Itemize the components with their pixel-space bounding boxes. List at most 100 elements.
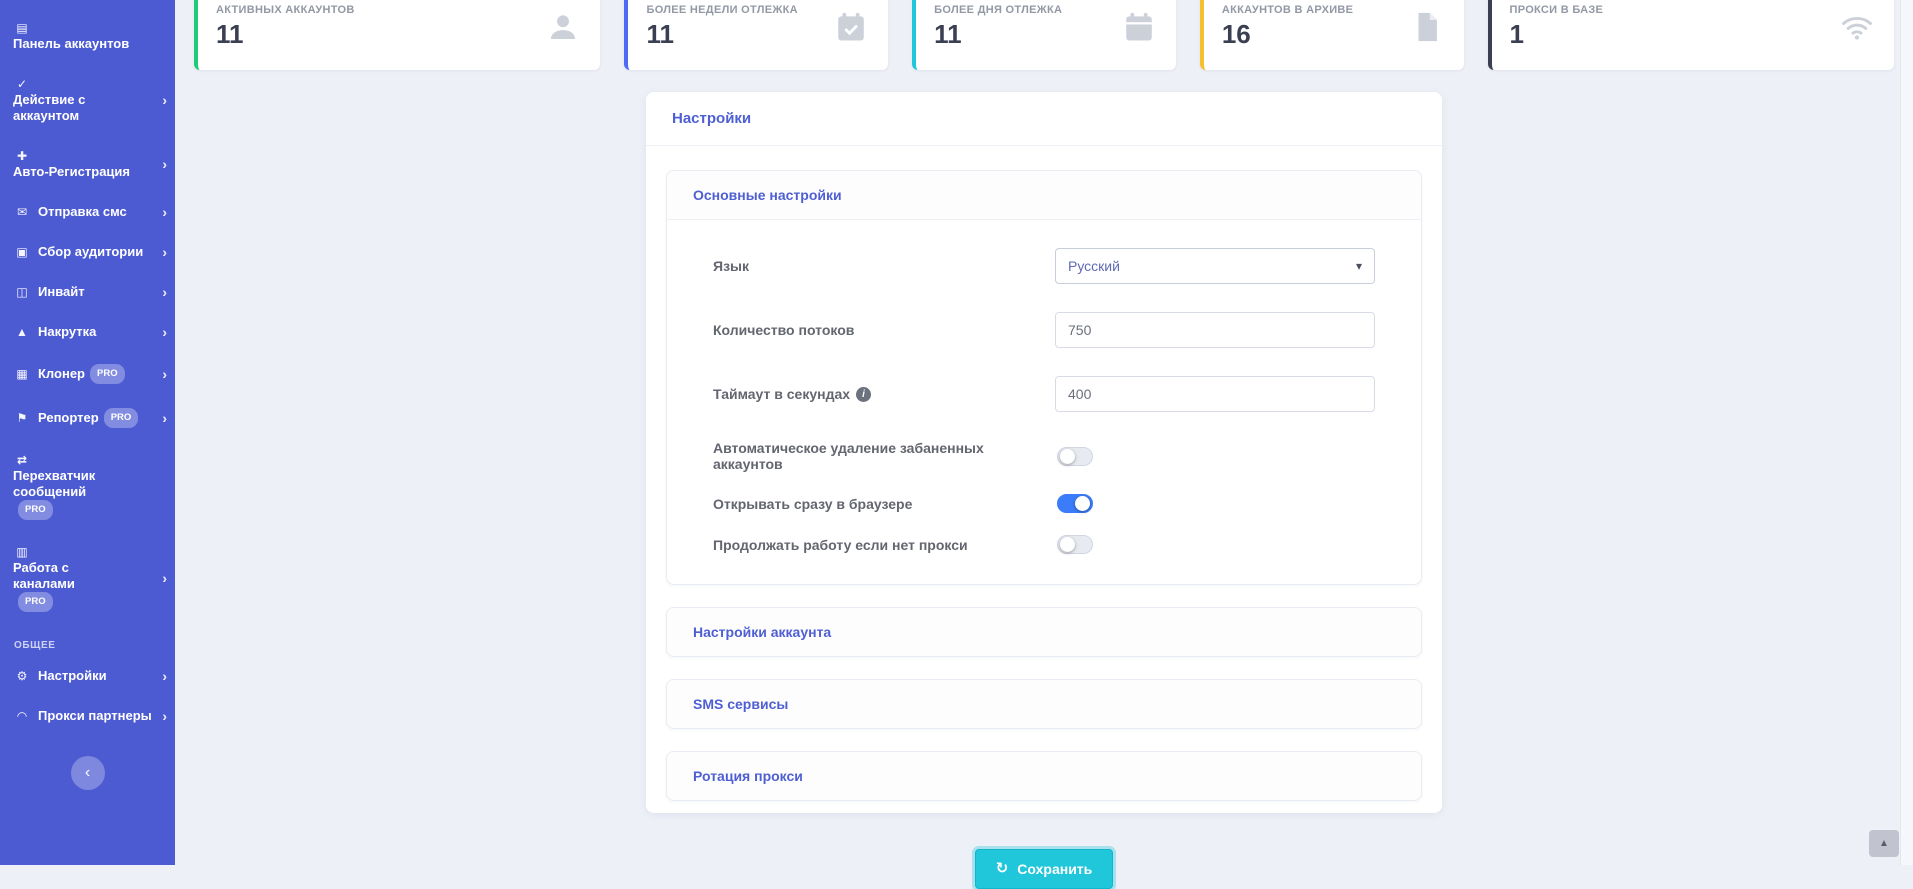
sidebar-item[interactable]: ▤Панель аккаунтов [0,8,175,64]
stat-value: 11 [934,19,1062,50]
sidebar-item-label: Настройки [38,668,107,684]
chevron-right-icon: › [162,570,167,586]
sidebar-item-label: Отправка смс [38,204,127,220]
stat-card: АКТИВНЫХ АККАУНТОВ 11 [194,0,600,70]
file-icon [1410,10,1444,44]
pro-badge: PRO [104,408,139,428]
sidebar-item-label: Накрутка [38,324,96,340]
settings-card-body: Основные настройки Язык Русский ▾ Количе… [646,146,1442,813]
stat-value: 11 [216,19,355,50]
chevron-left-icon: ‹ [85,764,90,782]
intercept-icon: ⇄ [13,452,31,468]
accordion-sms-services: SMS сервисы [666,679,1422,729]
save-button[interactable]: ↻ Сохранить [975,849,1114,889]
continue-without-proxy-row: Продолжать работу если нет прокси [713,535,1375,554]
stat-label: АКТИВНЫХ АККАУНТОВ [216,4,355,16]
continue-without-proxy-label: Продолжать работу если нет прокси [713,537,1057,553]
sidebar-item-label: Инвайт [38,284,85,300]
sidebar-item[interactable]: ✓Действие с аккаунтом› [0,64,175,136]
language-select-value: Русский [1068,258,1120,274]
badge-check-icon: ✓ [13,76,31,92]
stat-card: АККАУНТОВ В АРХИВЕ 16 [1200,0,1464,70]
sidebar-item-label: Прокси партнеры [38,708,152,724]
pro-badge: PRO [18,592,53,612]
sidebar-item[interactable]: ◠ Прокси партнеры › [0,696,175,736]
auto-delete-banned-toggle[interactable] [1057,447,1093,466]
chevron-right-icon: › [162,668,167,684]
arrow-up-icon: ▲ [1879,838,1889,849]
settings-card: Настройки Основные настройки Язык Русски… [646,92,1442,813]
stat-value: 11 [646,19,797,50]
sidebar-item[interactable]: ✚Авто-Регистрация› [0,136,175,192]
sidebar-collapse-button[interactable]: ‹ [71,756,105,790]
chevron-right-icon: › [162,410,167,426]
sidebar-item[interactable]: ✉ Отправка смс › [0,192,175,232]
language-select[interactable]: Русский ▾ [1055,248,1375,284]
open-in-browser-toggle[interactable] [1057,494,1093,513]
timeout-label-text: Таймаут в секундах [713,386,850,402]
chevron-right-icon: › [162,324,167,340]
info-icon[interactable]: i [856,387,871,402]
accordion-main-settings-header[interactable]: Основные настройки [667,171,1421,220]
sidebar-item[interactable]: ▥Работа с каналамиPRO› [0,532,175,624]
group-icon: ◫ [13,284,31,300]
pro-badge: PRO [90,364,125,384]
chevron-down-icon: ▾ [1356,259,1362,273]
language-label: Язык [713,258,1055,274]
calendar-icon [1122,10,1156,44]
sidebar-item[interactable]: ⚙ Настройки › [0,656,175,696]
auto-delete-banned-row: Автоматическое удаление забаненных аккау… [713,440,1375,472]
save-button-wrap: ↻ Сохранить [194,849,1894,889]
chevron-right-icon: › [162,284,167,300]
sidebar-item-label: Действие с аккаунтом [13,92,131,124]
channels-icon: ▥ [13,544,31,560]
sidebar-section-label: ОБЩЕЕ [0,624,175,656]
accordion-proxy-rotation-header[interactable]: Ротация прокси [667,752,1421,800]
sidebar-item[interactable]: ⚑ Репортер PRO › [0,396,175,440]
stat-value: 16 [1222,19,1353,50]
stat-label: АККАУНТОВ В АРХИВЕ [1222,4,1353,16]
stat-card: БОЛЕЕ ДНЯ ОТЛЕЖКА11 [912,0,1176,70]
wifi-icon [1840,10,1874,44]
report-icon: ⚑ [13,410,31,426]
sidebar-item-label: Авто-Регистрация [13,164,130,180]
scrollbar[interactable] [1900,0,1913,865]
timeout-input[interactable] [1055,376,1375,412]
sidebar-item[interactable]: ▲Накрутка› [0,312,175,352]
sidebar-item[interactable]: ◫ Инвайт › [0,272,175,312]
accordion-proxy-rotation: Ротация прокси [666,751,1422,801]
stat-card: ПРОКСИ В БАЗЕ1 [1488,0,1894,70]
stat-value: 1 [1510,19,1604,50]
clipboard-icon: ▤ [13,20,31,36]
accordion-sms-services-header[interactable]: SMS сервисы [667,680,1421,728]
users-icon: ▣ [13,244,31,260]
sms-icon: ✉ [13,204,31,220]
chevron-right-icon: › [162,708,167,724]
sidebar-item[interactable]: ▣ Сбор аудитории › [0,232,175,272]
refresh-icon: ↻ [996,862,1009,876]
timeout-row: Таймаут в секундах i [713,376,1375,412]
sidebar-item[interactable]: ▦ Клонер PRO › [0,352,175,396]
sidebar-item-label: Клонер [38,366,85,382]
sidebar-item-label: Репортер [38,410,99,426]
chevron-right-icon: › [162,156,167,172]
chevron-right-icon: › [162,204,167,220]
chevron-right-icon: › [162,244,167,260]
accordion-account-settings-header[interactable]: Настройки аккаунта [667,608,1421,656]
threads-input[interactable] [1055,312,1375,348]
stats-row: АКТИВНЫХ АККАУНТОВ11БОЛЕЕ НЕДЕЛИ ОТЛЕЖКА… [194,0,1894,70]
sidebar-item[interactable]: ⇄Перехватчик сообщенийPRO [0,440,175,532]
chevron-right-icon: › [162,366,167,382]
main-content: АКТИВНЫХ АККАУНТОВ11БОЛЕЕ НЕДЕЛИ ОТЛЕЖКА… [175,0,1913,889]
scroll-to-top-button[interactable]: ▲ [1869,830,1899,857]
auto-delete-banned-label: Автоматическое удаление забаненных аккау… [713,440,1057,472]
open-in-browser-label: Открывать сразу в браузере [713,496,1057,512]
wifi-icon: ◠ [13,708,31,724]
sidebar-item-label: Сбор аудитории [38,244,143,260]
stat-card: БОЛЕЕ НЕДЕЛИ ОТЛЕЖКА11 [624,0,888,70]
clone-icon: ▦ [13,366,31,382]
gear-icon: ⚙ [13,668,31,684]
threads-label: Количество потоков [713,322,1055,338]
continue-without-proxy-toggle[interactable] [1057,535,1093,554]
save-button-label: Сохранить [1017,861,1092,877]
